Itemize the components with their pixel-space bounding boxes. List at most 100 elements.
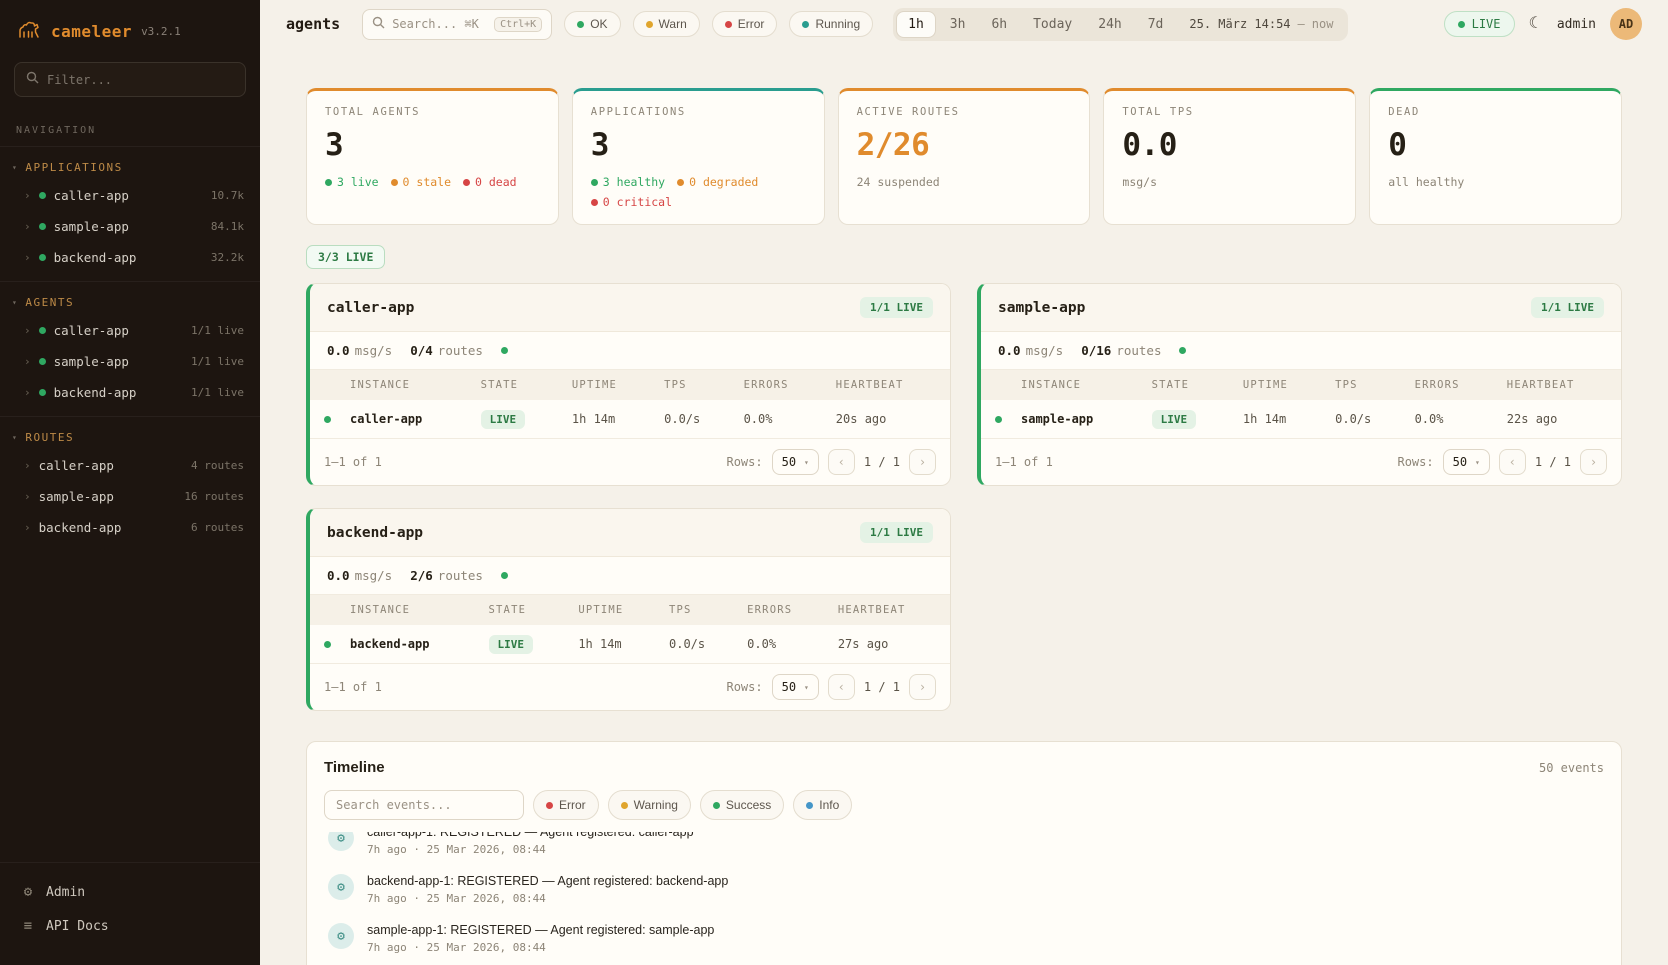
table-row[interactable]: sample-app LIVE 1h 14m 0.0/s 0.0% 22s ag…	[981, 400, 1621, 438]
error-dot	[546, 802, 553, 809]
app-cards-grid: caller-app 1/1 LIVE 0.0msg/s 0/4routes I…	[306, 283, 1622, 711]
meta-text: 3 healthy	[603, 175, 665, 189]
rows-per-page-select[interactable]: 50 ▾	[772, 674, 819, 700]
state-badge: LIVE	[489, 635, 534, 654]
stat-value: 0.0	[1122, 127, 1337, 163]
filter-chip-ok[interactable]: OK	[564, 11, 620, 37]
filter-input[interactable]	[47, 73, 234, 87]
timeline-chip-success[interactable]: Success	[700, 790, 784, 820]
sidebar-item-agent-sample-app[interactable]: › sample-app 1/1 live	[0, 346, 260, 377]
range-button-7d[interactable]: 7d	[1136, 11, 1176, 38]
section-title: AGENTS	[25, 296, 74, 309]
sidebar-item-admin[interactable]: ⚙ Admin	[0, 875, 260, 909]
stat-title: APPLICATIONS	[591, 106, 806, 118]
sidebar-item-routes-caller-app[interactable]: › caller-app 4 routes	[0, 450, 260, 481]
status-dot	[677, 179, 684, 186]
meta-item: 0 critical	[591, 195, 672, 209]
range-button-today[interactable]: Today	[1021, 11, 1084, 38]
logo: cameleer v3.2.1	[0, 0, 260, 54]
table-row[interactable]: caller-app LIVE 1h 14m 0.0/s 0.0% 20s ag…	[310, 400, 950, 438]
sidebar-filter[interactable]	[14, 62, 246, 97]
moon-icon: ☾	[1529, 15, 1543, 32]
timeline-chip-warning[interactable]: Warning	[608, 790, 691, 820]
stat-value: 3	[325, 127, 540, 163]
chip-label: Running	[815, 17, 860, 31]
global-search[interactable]: Ctrl+K	[362, 9, 552, 40]
column-header: UPTIME	[1233, 370, 1325, 400]
rows-per-page-select[interactable]: 50 ▾	[1443, 449, 1490, 475]
range-button-24h[interactable]: 24h	[1086, 11, 1133, 38]
routes-label: routes	[438, 568, 483, 583]
item-badge: 1/1 live	[191, 324, 244, 337]
sidebar-item-routes-sample-app[interactable]: › sample-app 16 routes	[0, 481, 260, 512]
item-badge: 1/1 live	[191, 355, 244, 368]
chevron-right-icon: ›	[24, 459, 31, 472]
sidebar-item-agent-caller-app[interactable]: › caller-app 1/1 live	[0, 315, 260, 346]
chip-label: OK	[590, 17, 607, 31]
cell-instance: caller-app	[340, 400, 471, 438]
sidebar-item-agent-backend-app[interactable]: › backend-app 1/1 live	[0, 377, 260, 408]
dark-mode-toggle[interactable]: ☾	[1529, 16, 1543, 32]
stat-subtitle: 24 suspended	[857, 175, 1072, 189]
status-dot	[39, 192, 46, 199]
item-badge: 16 routes	[184, 490, 244, 503]
stat-card-total-agents: TOTAL AGENTS 3 3 live 0 stale 0 dead	[306, 88, 559, 225]
column-header: TPS	[659, 595, 737, 625]
state-badge: LIVE	[481, 410, 526, 429]
list-item[interactable]: ⚙ backend-app-1: REGISTERED — Agent regi…	[324, 865, 1604, 914]
column-header: HEARTBEAT	[826, 370, 950, 400]
meta-item: 0 degraded	[677, 175, 758, 189]
filter-chip-running[interactable]: Running	[789, 11, 873, 37]
stat-card-dead: DEAD 0 all healthy	[1369, 88, 1622, 225]
stat-title: DEAD	[1388, 106, 1603, 118]
next-page-button[interactable]: ›	[1580, 449, 1607, 475]
range-button-6h[interactable]: 6h	[979, 11, 1019, 38]
search-icon	[26, 71, 39, 88]
list-item[interactable]: ⚙ caller-app-1: REGISTERED — Agent regis…	[324, 832, 1604, 865]
section-header-applications[interactable]: ▾ APPLICATIONS	[0, 153, 260, 180]
filter-chip-warn[interactable]: Warn	[633, 11, 700, 37]
sidebar-item-app-sample-app[interactable]: › sample-app 84.1k	[0, 211, 260, 242]
table-row[interactable]: backend-app LIVE 1h 14m 0.0/s 0.0% 27s a…	[310, 625, 950, 663]
sidebar-item-api-docs[interactable]: ≡ API Docs	[0, 909, 260, 943]
search-input[interactable]	[392, 17, 487, 31]
prev-page-button[interactable]: ‹	[1499, 449, 1526, 475]
rows-per-page-select[interactable]: 50 ▾	[772, 449, 819, 475]
sidebar-item-app-backend-app[interactable]: › backend-app 32.2k	[0, 242, 260, 273]
sidebar-section-routes: ▾ ROUTES › caller-app 4 routes › sample-…	[0, 416, 260, 551]
row-range: 1–1 of 1	[324, 680, 382, 694]
chevron-right-icon: ›	[24, 386, 31, 399]
sidebar-section-applications: ▾ APPLICATIONS › caller-app 10.7k › samp…	[0, 146, 260, 281]
list-item[interactable]: ⚙ sample-app-1: REGISTERED — Agent regis…	[324, 914, 1604, 963]
avatar[interactable]: AD	[1610, 8, 1642, 40]
sidebar-item-routes-backend-app[interactable]: › backend-app 6 routes	[0, 512, 260, 543]
timeline-card: Timeline 50 events Error Warning Success	[306, 741, 1622, 965]
events-list[interactable]: ⚙ caller-app-1: REGISTERED — Agent regis…	[324, 832, 1604, 965]
next-page-button[interactable]: ›	[909, 674, 936, 700]
events-search[interactable]	[324, 790, 524, 820]
item-label: sample-app	[39, 489, 114, 504]
events-search-input[interactable]	[336, 798, 512, 812]
cell-heartbeat: 27s ago	[828, 625, 950, 663]
range-button-1h[interactable]: 1h	[896, 11, 936, 38]
status-dot	[463, 179, 470, 186]
item-label: caller-app	[54, 323, 129, 338]
table-footer: 1–1 of 1 Rows: 50 ▾ ‹ 1 / 1 ›	[310, 663, 950, 710]
prev-page-button[interactable]: ‹	[828, 674, 855, 700]
table-footer: 1–1 of 1 Rows: 50 ▾ ‹ 1 / 1 ›	[981, 438, 1621, 485]
timeline-chip-info[interactable]: Info	[793, 790, 852, 820]
live-toggle[interactable]: LIVE	[1444, 11, 1515, 37]
timeline-chip-error[interactable]: Error	[533, 790, 599, 820]
prev-page-button[interactable]: ‹	[828, 449, 855, 475]
warning-dot	[621, 802, 628, 809]
range-button-3h[interactable]: 3h	[938, 11, 978, 38]
info-dot	[806, 802, 813, 809]
section-header-routes[interactable]: ▾ ROUTES	[0, 423, 260, 450]
running-dot	[802, 21, 809, 28]
sidebar-item-app-caller-app[interactable]: › caller-app 10.7k	[0, 180, 260, 211]
item-badge: 1/1 live	[191, 386, 244, 399]
live-dot	[1458, 21, 1465, 28]
filter-chip-error[interactable]: Error	[712, 11, 778, 37]
section-header-agents[interactable]: ▾ AGENTS	[0, 288, 260, 315]
next-page-button[interactable]: ›	[909, 449, 936, 475]
